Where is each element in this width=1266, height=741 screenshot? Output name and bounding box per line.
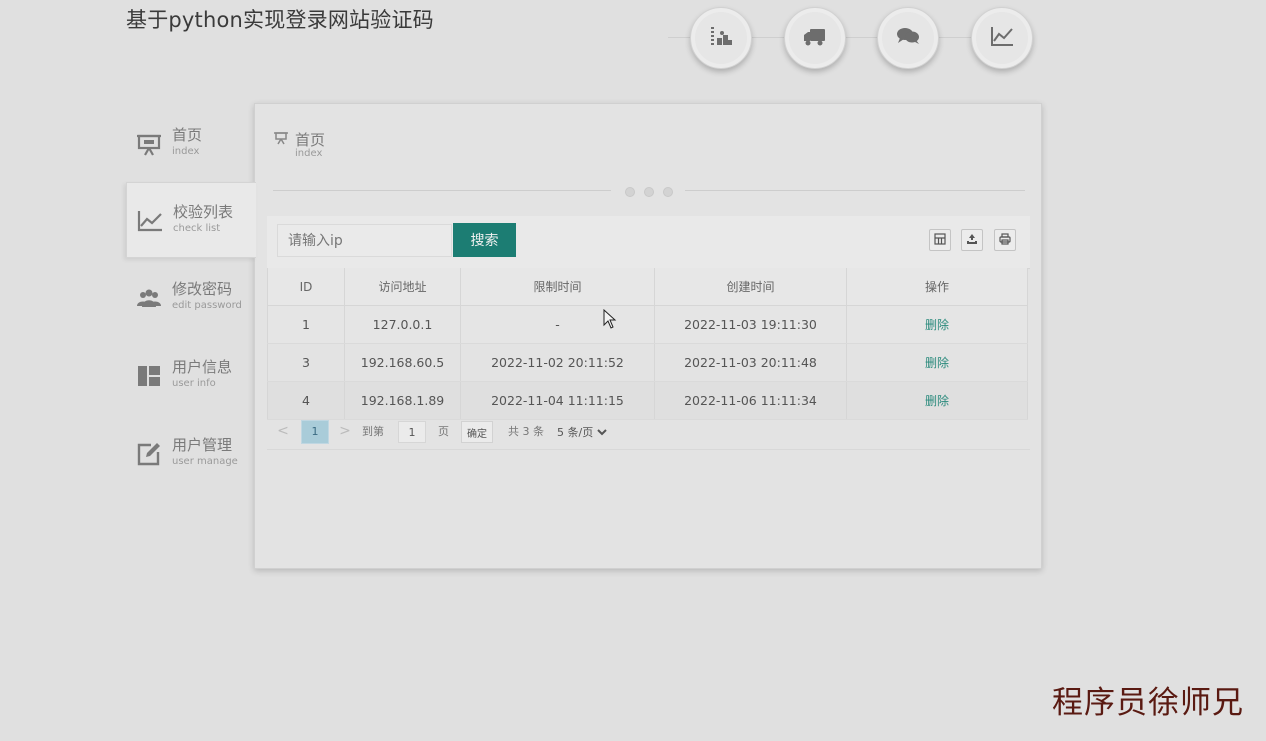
export-button[interactable] <box>961 229 983 251</box>
page-size-select[interactable]: 5 条/页 <box>553 421 610 443</box>
cell-limit-time: 2022-11-02 20:11:52 <box>460 343 655 382</box>
goto-page-input[interactable] <box>398 421 426 443</box>
cell-actions: 删除 <box>846 305 1028 344</box>
divider-dot <box>644 187 654 197</box>
sidebar-item-label: 首页 <box>172 126 203 144</box>
prev-page-button[interactable]: < <box>275 421 291 441</box>
panel-title: 首页 <box>295 131 326 149</box>
column-header-ip[interactable]: 访问地址 <box>344 268 461 306</box>
columns-button[interactable] <box>929 229 951 251</box>
column-header-id[interactable]: ID <box>267 268 345 306</box>
sidebar-item-label: 校验列表 <box>173 203 234 221</box>
sidebar-item-sublabel: user manage <box>172 456 238 467</box>
delete-link[interactable]: 删除 <box>925 394 949 408</box>
delete-link[interactable]: 删除 <box>925 318 949 332</box>
next-page-button[interactable]: > <box>337 421 353 441</box>
sidebar-item-sublabel: index <box>172 146 200 157</box>
cell-created-time: 2022-11-03 20:11:48 <box>654 343 847 382</box>
print-icon <box>998 231 1012 250</box>
users-icon <box>135 284 163 312</box>
sidebar-item-index[interactable]: 首页 index <box>126 106 256 182</box>
panel-subtitle: index <box>295 148 323 159</box>
sidebar-item-label: 修改密码 <box>172 280 233 298</box>
divider <box>273 190 611 191</box>
sidebar-item-sublabel: check list <box>173 223 221 234</box>
goto-confirm-button[interactable]: 确定 <box>461 421 493 443</box>
line-chart-icon <box>988 22 1016 54</box>
table-row[interactable]: 3 192.168.60.5 2022-11-02 20:11:52 2022-… <box>267 343 1028 382</box>
divider-dot <box>663 187 673 197</box>
total-count: 共 3 条 <box>508 425 544 438</box>
truck-icon <box>801 22 829 54</box>
main-panel: 首页 index 搜索 <box>254 103 1042 569</box>
delivery-button[interactable] <box>784 7 846 69</box>
cell-ip: 192.168.60.5 <box>344 343 461 382</box>
presentation-icon <box>273 130 289 146</box>
sidebar-item-user-info[interactable]: 用户信息 user info <box>126 338 256 414</box>
print-button[interactable] <box>994 229 1016 251</box>
divider-dot <box>625 187 635 197</box>
sidebar-item-edit-password[interactable]: 修改密码 edit password <box>126 260 256 336</box>
column-header-created-time[interactable]: 创建时间 <box>654 268 847 306</box>
sidebar-item-sublabel: user info <box>172 378 216 389</box>
page-unit-label: 页 <box>438 425 449 438</box>
table-toolbar: 搜索 <box>267 216 1030 269</box>
divider <box>685 190 1025 191</box>
stats-button[interactable] <box>690 7 752 69</box>
search-button[interactable]: 搜索 <box>453 223 516 257</box>
line-chart-icon <box>136 206 164 234</box>
goto-label: 到第 <box>362 425 384 438</box>
edit-icon <box>135 440 163 468</box>
chat-icon <box>894 22 922 54</box>
sidebar-item-user-manage[interactable]: 用户管理 user manage <box>126 416 256 492</box>
cell-limit-time: - <box>460 305 655 344</box>
sidebar-item-label: 用户管理 <box>172 436 233 454</box>
export-icon <box>965 231 979 250</box>
cell-actions: 删除 <box>846 343 1028 382</box>
table-header-row: ID 访问地址 限制时间 创建时间 操作 <box>267 268 1028 306</box>
cell-id: 1 <box>267 305 345 344</box>
chart-button[interactable] <box>971 7 1033 69</box>
presentation-icon <box>135 130 163 158</box>
sidebar-item-sublabel: edit password <box>172 300 242 311</box>
layout-icon <box>135 362 163 390</box>
site-title: 基于python实现登录网站验证码 <box>126 8 434 32</box>
cell-id: 3 <box>267 343 345 382</box>
messages-button[interactable] <box>877 7 939 69</box>
delete-link[interactable]: 删除 <box>925 356 949 370</box>
page-number-current[interactable]: 1 <box>301 420 329 444</box>
column-header-actions: 操作 <box>846 268 1028 306</box>
stats-icon <box>707 22 735 54</box>
table-row[interactable]: 1 127.0.0.1 - 2022-11-03 19:11:30 删除 <box>267 305 1028 344</box>
column-header-limit-time[interactable]: 限制时间 <box>460 268 655 306</box>
data-table: ID 访问地址 限制时间 创建时间 操作 1 127.0.0.1 - 2022-… <box>267 268 1030 420</box>
cell-ip: 127.0.0.1 <box>344 305 461 344</box>
sidebar-item-label: 用户信息 <box>172 358 233 376</box>
sidebar-item-check-list[interactable]: 校验列表 check list <box>126 182 256 258</box>
cell-created-time: 2022-11-03 19:11:30 <box>654 305 847 344</box>
pagination: < 1 > 到第 页 确定 共 3 条 5 条/页 <box>267 413 1030 450</box>
mouse-cursor-icon <box>603 309 617 329</box>
watermark: 程序员徐师兄 <box>1052 685 1244 721</box>
columns-icon <box>933 231 947 250</box>
ip-search-input[interactable] <box>277 224 452 257</box>
